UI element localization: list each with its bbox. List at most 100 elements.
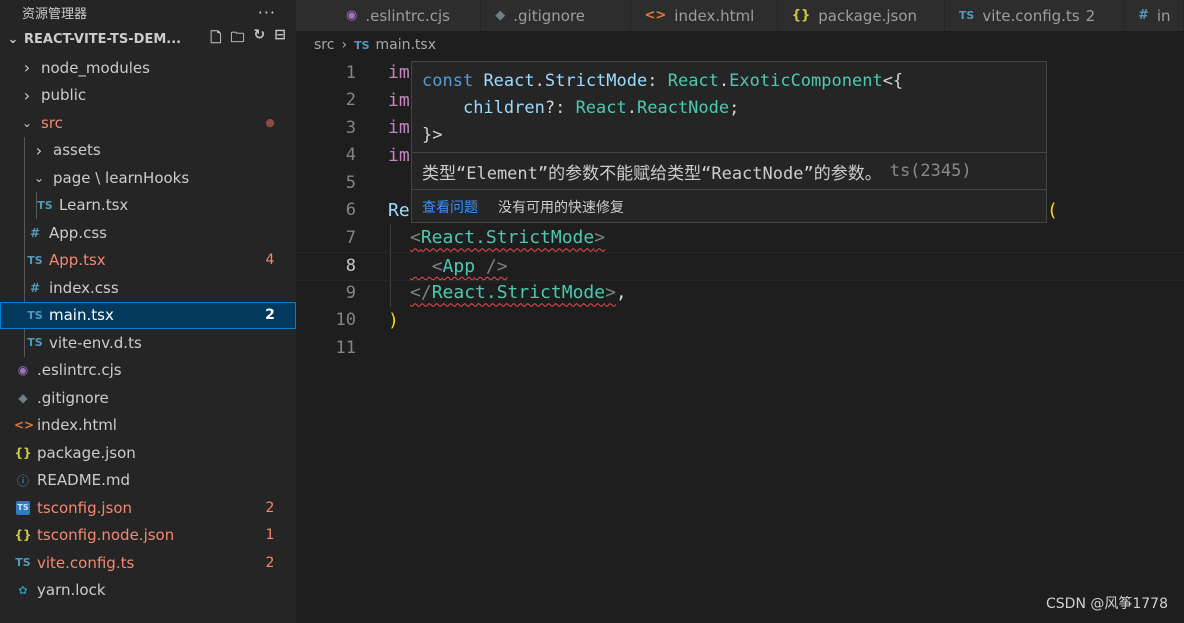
- tab-index-css[interactable]: # in: [1123, 0, 1184, 31]
- tree-item-label: Learn.tsx: [59, 196, 129, 215]
- line-number: 9: [345, 282, 356, 303]
- tree-item-tsconfig-node[interactable]: {} tsconfig.node.json 1: [0, 522, 296, 550]
- eslint-icon: ◉: [17, 363, 29, 378]
- hover-signature: const React.StrictMode: React.ExoticComp…: [422, 71, 904, 145]
- line-number: 7: [345, 227, 356, 248]
- code-line-current[interactable]: 8 <App />: [296, 251, 1184, 281]
- hover-actions: 查看问题 没有可用的快速修复: [412, 189, 1046, 223]
- yarn-icon: ✿: [18, 583, 28, 597]
- tree-item-vite-config[interactable]: TS vite.config.ts 2: [0, 549, 296, 577]
- json-file-icon: {}: [791, 8, 811, 23]
- typescript-file-icon: TS: [27, 253, 43, 267]
- tree-item-label: yarn.lock: [37, 581, 106, 600]
- tab-vite-config[interactable]: TS vite.config.ts 2: [944, 0, 1124, 31]
- code-line[interactable]: 10 ): [296, 307, 1184, 335]
- eslint-icon: ◉: [346, 8, 358, 23]
- tab-package-json[interactable]: {} package.json: [777, 0, 945, 31]
- tree-item-gitignore[interactable]: ◆ .gitignore: [0, 384, 296, 412]
- chevron-down-icon: ⌄: [21, 115, 33, 130]
- tree-item-src[interactable]: ⌄ src ●: [0, 109, 296, 137]
- view-problem-link[interactable]: 查看问题: [422, 197, 478, 217]
- css-file-icon: #: [1137, 8, 1149, 23]
- error-count-badge: 2: [265, 554, 275, 571]
- typescript-file-icon: TS: [354, 38, 370, 52]
- explorer-header: 资源管理器 ···: [0, 0, 296, 24]
- typescript-file-icon: TS: [27, 336, 43, 350]
- tree-item-assets[interactable]: › assets: [0, 136, 296, 164]
- line-number: 11: [335, 337, 356, 358]
- tree-item-readme[interactable]: ⓘ README.md: [0, 467, 296, 495]
- tree-item-label: .eslintrc.cjs: [37, 361, 122, 380]
- code-line[interactable]: 9 </React.StrictMode>,: [296, 279, 1184, 307]
- project-name: REACT-VITE-TS-DEM...: [24, 31, 182, 47]
- modified-dot-badge: ●: [265, 116, 275, 130]
- code-text: </React.StrictMode>,: [410, 282, 627, 304]
- watermark: CSDN @风筝1778: [1046, 596, 1168, 612]
- indent-guide: [24, 191, 25, 219]
- code-text: Re: [388, 199, 410, 221]
- tree-item-page-learnhooks[interactable]: ⌄ page \ learnHooks: [0, 164, 296, 192]
- code-line[interactable]: 7 <React.StrictMode>: [296, 224, 1184, 252]
- tree-item-app-tsx[interactable]: TS App.tsx 4: [0, 246, 296, 274]
- tree-item-package-json[interactable]: {} package.json: [0, 439, 296, 467]
- indent-guide: [24, 329, 25, 357]
- tsconfig-icon: TS: [16, 500, 30, 515]
- tree-item-tsconfig[interactable]: TS tsconfig.json 2: [0, 494, 296, 522]
- code-text: im: [388, 117, 410, 139]
- error-count-badge: 4: [265, 252, 275, 269]
- indent-guide: [24, 274, 25, 302]
- line-number: 6: [345, 200, 356, 221]
- code-line[interactable]: 11: [296, 334, 1184, 362]
- chevron-down-icon: ⌄: [7, 31, 19, 47]
- tree-item-label: main.tsx: [49, 306, 114, 325]
- editor-tabs: ◉ .eslintrc.cjs ◆ .gitignore <> index.ht…: [296, 0, 1184, 31]
- typescript-file-icon: TS: [958, 9, 975, 22]
- no-quick-fix-text: 没有可用的快速修复: [498, 199, 624, 216]
- css-file-icon: #: [29, 225, 41, 240]
- tab-index-html[interactable]: <> index.html: [630, 0, 778, 31]
- error-count-badge: 1: [265, 527, 275, 544]
- hover-error-message: 类型“Element”的参数不能赋给类型“ReactNode”的参数。 ts(2…: [412, 152, 1046, 189]
- breadcrumb-folder[interactable]: src: [314, 37, 334, 53]
- project-header[interactable]: ⌄ REACT-VITE-TS-DEM... 🗋 🗀 ↻ ⊟: [0, 24, 296, 54]
- tree-item-public[interactable]: › public: [0, 82, 296, 110]
- tree-item-label: assets: [53, 141, 101, 160]
- error-text: 类型“Element”的参数不能赋给类型“ReactNode”的参数。: [422, 163, 882, 184]
- file-tree: › node_modules › public ⌄ src ● › assets…: [0, 54, 296, 604]
- tree-item-index-html[interactable]: <> index.html: [0, 412, 296, 440]
- tab-gitignore[interactable]: ◆ .gitignore: [481, 0, 631, 31]
- breadcrumb-file[interactable]: main.tsx: [376, 37, 437, 53]
- new-folder-icon[interactable]: 🗀: [231, 27, 245, 51]
- tree-item-main-tsx[interactable]: TS main.tsx 2: [0, 301, 296, 329]
- tree-item-node-modules[interactable]: › node_modules: [0, 54, 296, 82]
- error-count-badge: 2: [265, 499, 275, 516]
- chevron-right-icon: ›: [341, 37, 348, 53]
- new-file-icon[interactable]: 🗋: [210, 27, 221, 51]
- line-number: 1: [345, 62, 356, 83]
- json-file-icon: {}: [14, 445, 32, 460]
- more-actions-icon[interactable]: ···: [258, 3, 276, 22]
- tree-item-label: vite.config.ts: [37, 553, 135, 572]
- explorer-title: 资源管理器: [22, 6, 88, 22]
- collapse-all-icon[interactable]: ⊟: [274, 27, 286, 51]
- tree-item-app-css[interactable]: # App.css: [0, 219, 296, 247]
- tree-item-learn-tsx[interactable]: TS Learn.tsx: [0, 191, 296, 219]
- explorer-sidebar: 资源管理器 ··· ⌄ REACT-VITE-TS-DEM... 🗋 🗀 ↻ ⊟…: [0, 0, 296, 623]
- line-number: 3: [345, 117, 356, 138]
- info-icon: ⓘ: [16, 473, 29, 488]
- git-icon: ◆: [495, 8, 506, 23]
- tree-item-label: public: [41, 86, 87, 105]
- tab-eslintrc[interactable]: ◉ .eslintrc.cjs: [296, 0, 482, 31]
- tree-item-index-css[interactable]: # index.css: [0, 274, 296, 302]
- tree-item-vite-env[interactable]: TS vite-env.d.ts: [0, 329, 296, 357]
- error-code: ts(2345): [889, 161, 972, 181]
- code-text: ): [388, 309, 399, 331]
- tree-item-yarn-lock[interactable]: ✿ yarn.lock: [0, 577, 296, 605]
- tree-item-eslintrc[interactable]: ◉ .eslintrc.cjs: [0, 357, 296, 385]
- refresh-icon[interactable]: ↻: [254, 27, 266, 51]
- chevron-down-icon: ⌄: [33, 170, 45, 185]
- typescript-file-icon: TS: [37, 198, 53, 212]
- indent-guide: [24, 246, 25, 274]
- code-text: im: [388, 144, 410, 166]
- typescript-file-icon: TS: [27, 308, 43, 322]
